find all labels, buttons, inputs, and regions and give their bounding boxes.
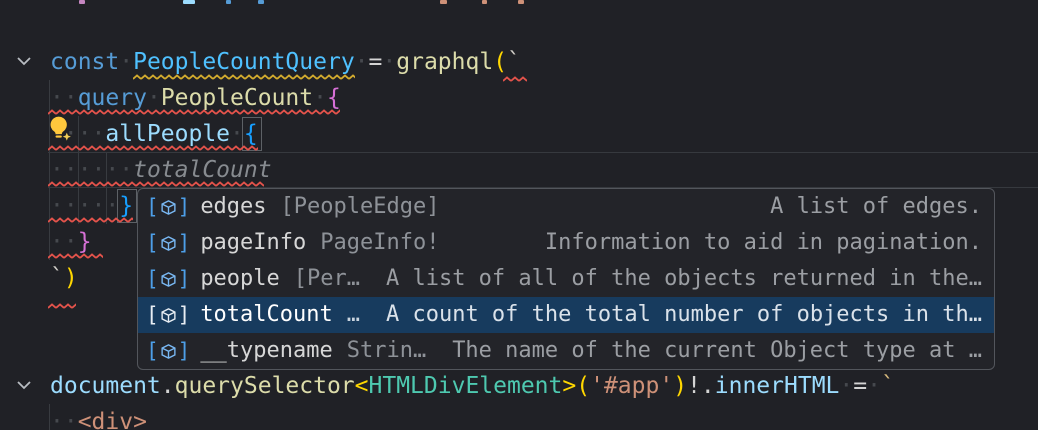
- whitespace-dot: ·: [867, 373, 881, 399]
- whitespace-dot: ······: [50, 157, 133, 183]
- code-token: (: [576, 373, 590, 399]
- error-squiggle: [48, 303, 76, 310]
- clipped-glyph-fragment: [518, 0, 524, 4]
- code-token: PeopleCount: [161, 85, 313, 111]
- code-token: PeopleCountQuery: [133, 49, 355, 75]
- code-token: ): [64, 265, 78, 291]
- code-token: allPeople: [105, 121, 230, 147]
- symbol-field-icon: []: [146, 261, 190, 297]
- suggestion-label: edges: [200, 189, 266, 225]
- ghost-text: totalCount: [133, 157, 271, 183]
- symbol-field-icon: []: [146, 189, 190, 225]
- code-line-div[interactable]: ··<div>: [50, 404, 147, 430]
- warning-squiggle: [133, 74, 355, 81]
- error-squiggle: [48, 145, 258, 152]
- error-squiggle: [48, 253, 103, 260]
- code-line-queryselector[interactable]: document.querySelector<HTMLDivElement>('…: [50, 368, 895, 404]
- fold-chevron-icon[interactable]: [13, 374, 35, 396]
- suggestion-label: __typename: [200, 333, 332, 369]
- suggest-widget: [] edges [PeopleEdge] A list of edges. […: [137, 188, 995, 370]
- code-token: graphql: [396, 49, 493, 75]
- suggestion-type: PageInfo!: [320, 225, 439, 261]
- code-token: `: [50, 265, 64, 291]
- clipped-glyph-fragment: [79, 0, 85, 4]
- whitespace-dot: ··: [50, 85, 78, 111]
- code-token: `: [881, 373, 895, 399]
- code-token: =: [853, 373, 867, 399]
- clipped-glyph-fragment: [226, 0, 231, 4]
- suggestion-item-totalcount[interactable]: [] totalCount … A count of the total num…: [138, 297, 994, 333]
- code-token: (: [493, 49, 507, 75]
- code-editor: const·PeopleCountQuery·=·graphql(` ··que…: [0, 0, 1038, 430]
- code-token: }: [78, 229, 92, 255]
- code-token: query: [78, 85, 147, 111]
- code-token: =: [369, 49, 383, 75]
- code-token: innerHTML: [715, 373, 840, 399]
- code-token: {: [327, 85, 341, 111]
- suggestion-description: A list of edges.: [770, 189, 982, 225]
- code-token: querySelector: [175, 373, 355, 399]
- suggestion-type: Strin…: [347, 333, 426, 369]
- suggestion-type: …: [347, 297, 360, 333]
- error-squiggle: [503, 76, 527, 83]
- whitespace-dot: ··: [50, 229, 78, 255]
- symbol-field-icon: []: [146, 225, 190, 261]
- code-token: .: [161, 373, 175, 399]
- whitespace-dot: ·: [119, 49, 133, 75]
- suggestion-type: [PeopleEdge]: [281, 189, 440, 225]
- code-token: '#app': [590, 373, 673, 399]
- code-token: HTMLDivElement: [369, 373, 563, 399]
- whitespace-dot: ··: [50, 409, 78, 430]
- symbol-field-icon: []: [146, 333, 190, 369]
- suggestion-item-pageinfo[interactable]: [] pageInfo PageInfo! Information to aid…: [138, 225, 994, 261]
- code-token: `: [507, 49, 521, 75]
- code-token: ): [673, 373, 687, 399]
- clipped-glyph-fragment: [258, 0, 264, 4]
- suggestion-label: people: [200, 261, 279, 297]
- suggestion-label: totalCount: [200, 297, 332, 333]
- whitespace-dot: ·: [839, 373, 853, 399]
- whitespace-dot: ·: [355, 49, 369, 75]
- error-squiggle: [48, 217, 133, 224]
- whitespace-dot: ·: [313, 85, 327, 111]
- error-squiggle: [48, 181, 264, 188]
- code-token: !.: [687, 373, 715, 399]
- fold-chevron-icon[interactable]: [13, 50, 35, 72]
- suggestion-description: A list of all of the objects returned in…: [386, 261, 982, 297]
- clipped-glyph-fragment: [440, 0, 447, 4]
- suggestion-description: Information to aid in pagination.: [545, 225, 982, 261]
- code-token: <: [355, 373, 369, 399]
- suggestion-item-edges[interactable]: [] edges [PeopleEdge] A list of edges.: [138, 189, 994, 225]
- suggestion-item-people[interactable]: [] people [Per… A list of all of the obj…: [138, 261, 994, 297]
- suggestion-type: [Per…: [294, 261, 360, 297]
- code-token: document: [50, 373, 161, 399]
- clipped-glyph-fragment: [183, 0, 195, 4]
- code-token: <div>: [78, 409, 147, 430]
- code-token: >: [562, 373, 576, 399]
- suggestion-label: pageInfo: [200, 225, 306, 261]
- whitespace-dot: ·····: [50, 193, 119, 219]
- error-squiggle: [48, 109, 340, 116]
- symbol-field-icon: []: [146, 297, 190, 333]
- suggestion-description: The name of the current Object type at …: [452, 333, 982, 369]
- code-token: const: [50, 49, 119, 75]
- whitespace-dot: ·: [382, 49, 396, 75]
- suggestion-item-typename[interactable]: [] __typename Strin… The name of the cur…: [138, 333, 994, 369]
- whitespace-dot: ·: [147, 85, 161, 111]
- code-line-template-end[interactable]: `): [50, 260, 78, 296]
- suggestion-description: A count of the total number of objects i…: [386, 297, 982, 333]
- lightbulb-sparkle-icon[interactable]: [44, 114, 76, 148]
- clipped-glyph-fragment: [482, 0, 487, 4]
